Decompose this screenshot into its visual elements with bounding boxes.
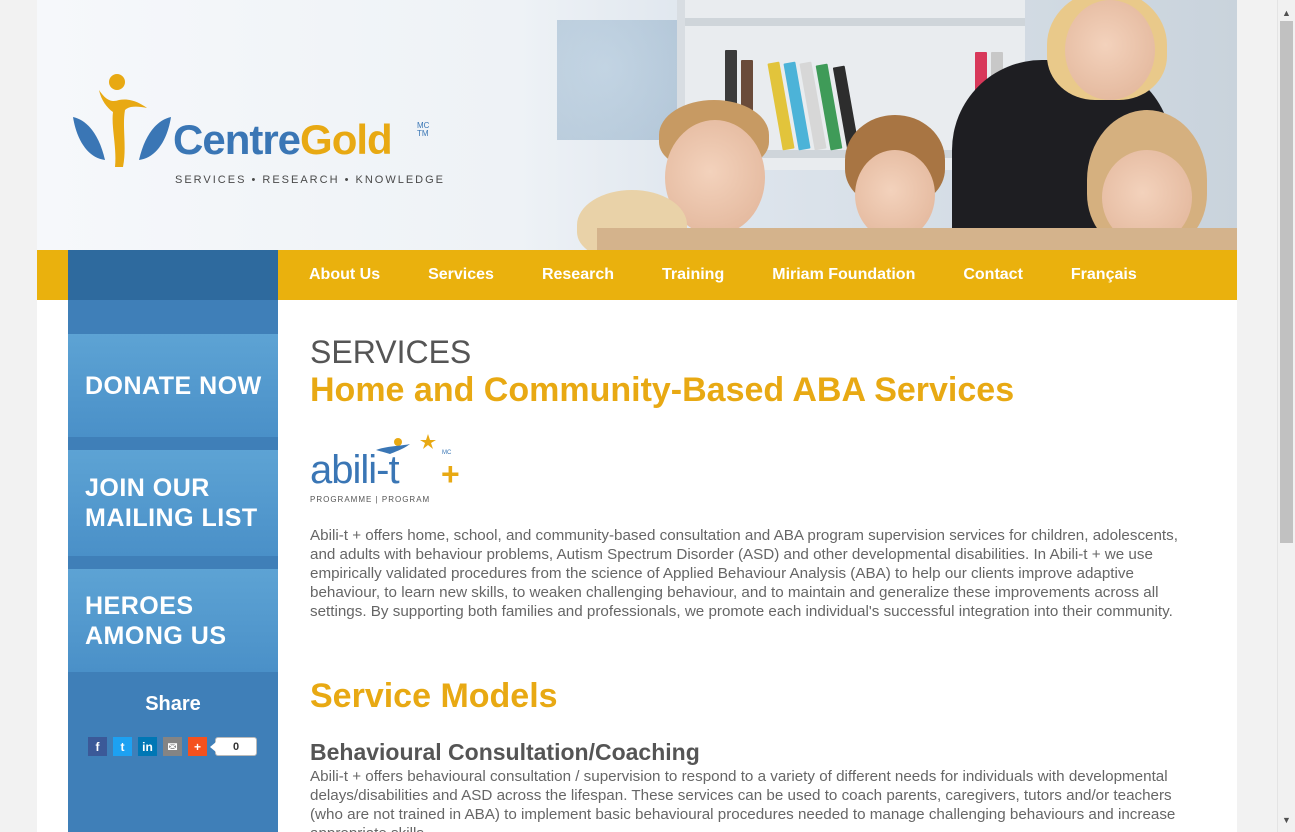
logo-wordmark: CentreGold (173, 116, 393, 164)
scroll-down-icon[interactable]: ▼ (1278, 811, 1295, 828)
main-content: SERVICES Home and Community-Based ABA Se… (310, 300, 1210, 832)
share-title: Share (145, 693, 201, 715)
twitter-icon[interactable]: t (113, 737, 132, 756)
logo-tagline: SERVICES • RESEARCH • KNOWLEDGE (175, 174, 445, 186)
abilit-logo-sup: MC (442, 450, 452, 456)
hero-girl-face (855, 150, 935, 240)
hero-teacher-face (1065, 0, 1155, 100)
section-label: SERVICES (310, 334, 472, 370)
abilit-logo: abili-t + MC PROGRAMME | PROGRAM (310, 432, 470, 510)
consultation-paragraph: Abili-t + offers behavioural consultatio… (310, 768, 1176, 832)
share-buttons: f t in ✉ + 0 (88, 737, 257, 756)
nav-training[interactable]: Training (662, 266, 724, 284)
page-scrollbar[interactable]: ▲ ▼ (1277, 0, 1295, 832)
sidebar: DONATE NOW JOIN OUR MAILING LIST HEROES … (68, 300, 278, 832)
nav-research[interactable]: Research (542, 266, 614, 284)
heroes-among-us-button[interactable]: HEROES AMONG US (68, 569, 278, 672)
abilit-logo-sub: PROGRAMME | PROGRAM (310, 495, 431, 504)
consultation-heading: Behavioural Consultation/Coaching (310, 739, 700, 765)
logo-word-gold: Gold (300, 116, 393, 163)
hero-table (597, 228, 1237, 250)
mailing-list-button[interactable]: JOIN OUR MAILING LIST (68, 450, 278, 556)
donate-now-button[interactable]: DONATE NOW (68, 334, 278, 437)
main-nav: About Us Services Research Training Miri… (278, 250, 1185, 300)
nav-sidebar-cap (68, 250, 278, 300)
scroll-thumb[interactable] (1280, 21, 1293, 543)
nav-francais[interactable]: Français (1071, 266, 1137, 284)
logo-trademark: MC TM (417, 121, 430, 138)
page: CentreGold MC TM SERVICES • RESEARCH • K… (37, 0, 1237, 832)
facebook-icon[interactable]: f (88, 737, 107, 756)
page-title: Home and Community-Based ABA Services (310, 371, 1015, 409)
nav-miriam-foundation[interactable]: Miriam Foundation (772, 266, 915, 284)
abilit-logo-text: abili-t (310, 448, 400, 492)
hero-map-decoration (557, 20, 677, 140)
centregold-logo[interactable]: CentreGold MC TM SERVICES • RESEARCH • K… (67, 72, 447, 192)
header-hero-image: CentreGold MC TM SERVICES • RESEARCH • K… (37, 0, 1237, 250)
email-icon[interactable]: ✉ (163, 737, 182, 756)
logo-word-centre: Centre (173, 116, 301, 163)
intro-paragraph: Abili-t + offers home, school, and commu… (310, 527, 1178, 620)
share-count: 0 (210, 737, 257, 756)
abilit-logo-plus: + (441, 456, 460, 492)
more-icon[interactable]: + (188, 737, 207, 756)
nav-contact[interactable]: Contact (963, 266, 1023, 284)
nav-services[interactable]: Services (428, 266, 494, 284)
linkedin-icon[interactable]: in (138, 737, 157, 756)
nav-about-us[interactable]: About Us (309, 266, 380, 284)
service-models-heading: Service Models (310, 677, 558, 715)
logo-figure-icon (73, 74, 171, 167)
scroll-up-icon[interactable]: ▲ (1278, 4, 1295, 21)
